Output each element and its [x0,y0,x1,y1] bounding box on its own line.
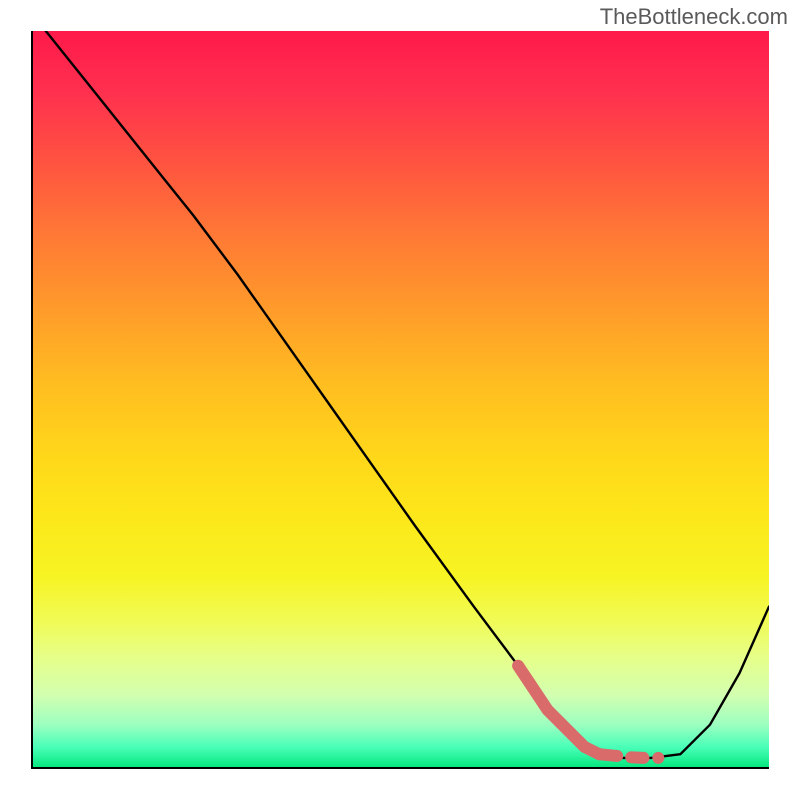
main-curve [46,31,769,758]
highlight-dot [652,752,664,764]
watermark-text: TheBottleneck.com [600,4,788,30]
plot-area [31,31,769,769]
highlight-solid [518,666,599,755]
highlight-dash [599,754,643,758]
curve-layer [31,31,769,769]
chart-container: TheBottleneck.com [0,0,800,800]
